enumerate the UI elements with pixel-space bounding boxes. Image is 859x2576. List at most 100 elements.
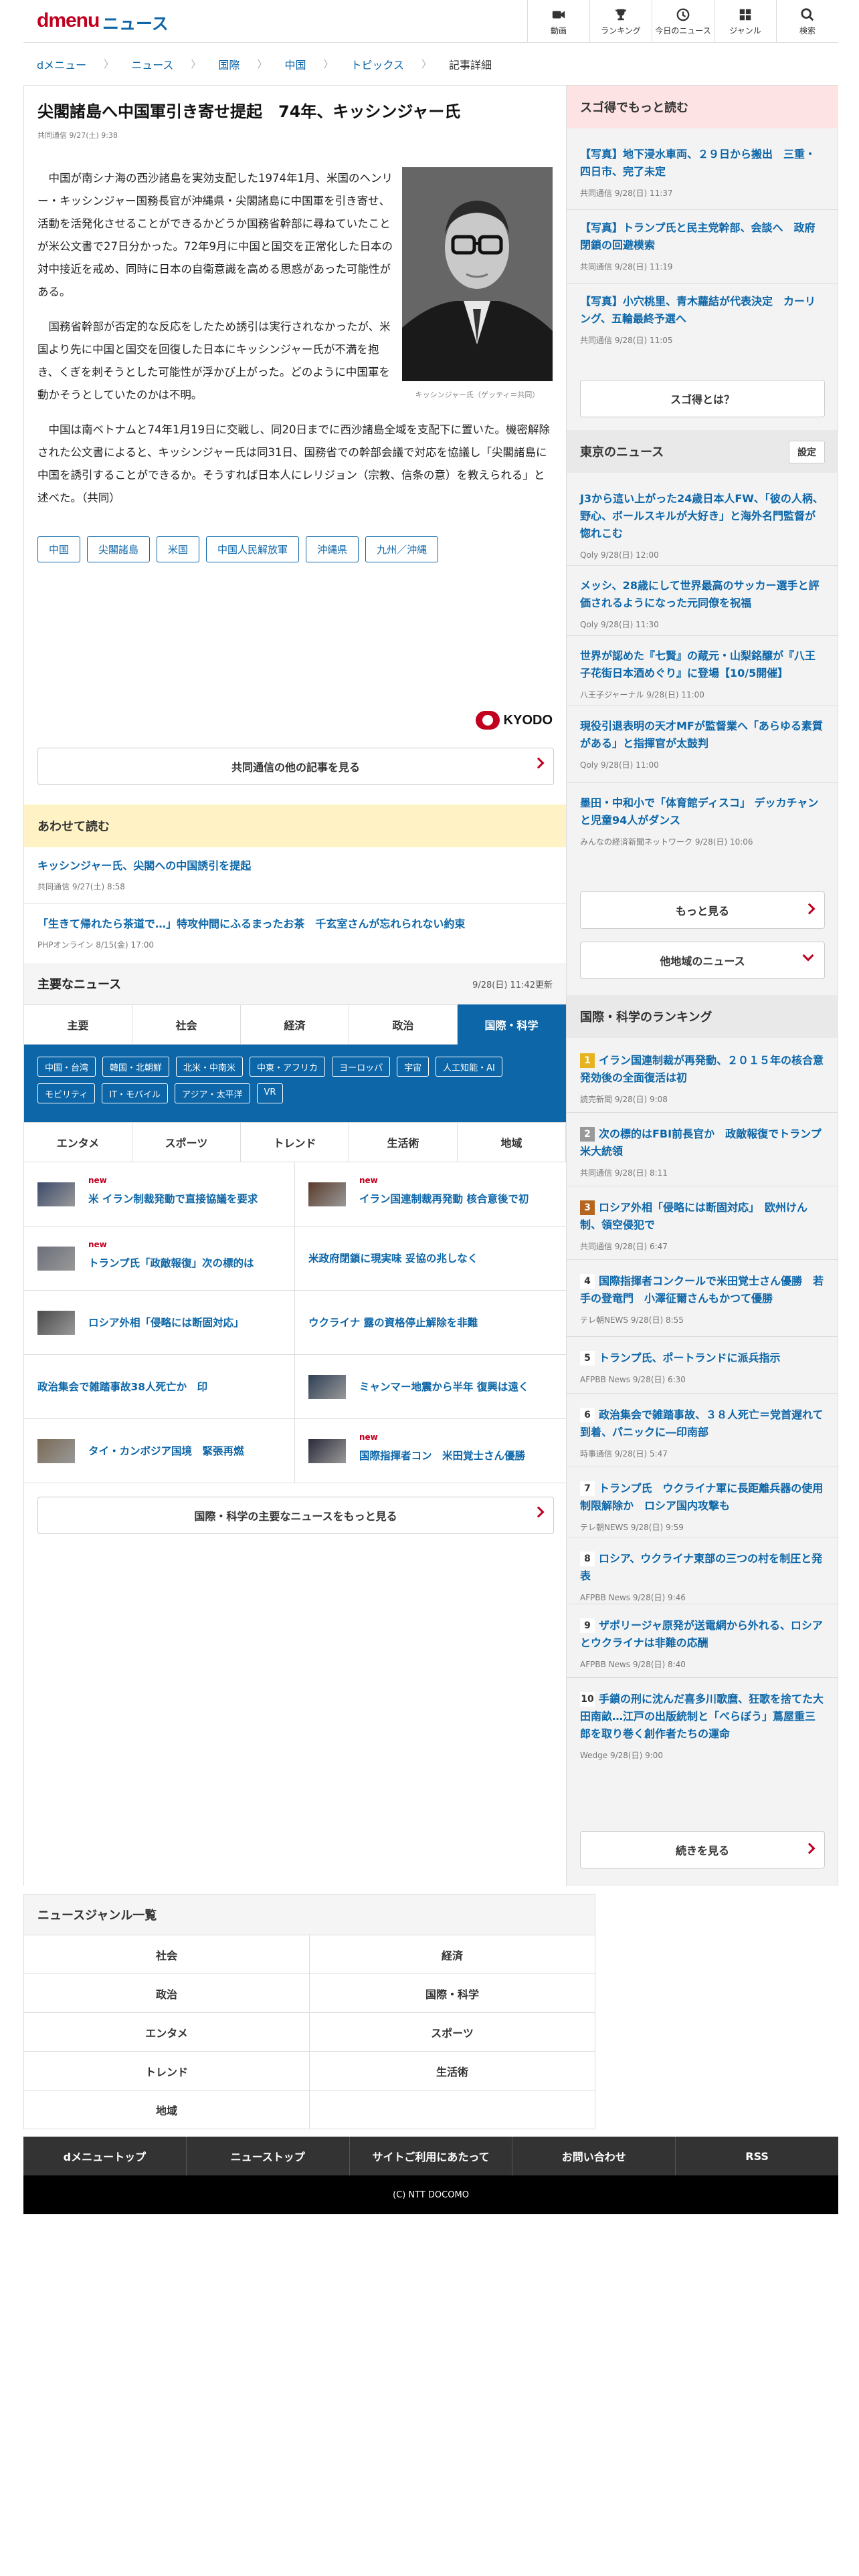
tag-okinawa[interactable]: 沖縄県 <box>306 536 359 562</box>
genre-item[interactable]: 生活術 <box>310 2052 595 2090</box>
tag-kyushu-okinawa[interactable]: 九州／沖縄 <box>365 536 439 562</box>
tab-entertainment[interactable]: エンタメ <box>24 1122 132 1162</box>
footer-rss[interactable]: RSS <box>676 2137 838 2175</box>
genre-item[interactable]: トレンド <box>24 2052 310 2090</box>
footer-dmenu-top[interactable]: dメニュートップ <box>23 2137 187 2175</box>
subtag-europe[interactable]: ヨーロッパ <box>332 1057 391 1077</box>
genre-row: エンタメ スポーツ <box>23 2013 595 2052</box>
sugotoku-item[interactable]: 【写真】トランプ氏と民主党幹部、会談へ 政府閉鎖の回避模索 共同通信 9/28(日… <box>580 219 825 272</box>
genre-item[interactable]: 地域 <box>24 2090 310 2129</box>
genre-item[interactable]: 政治 <box>24 1974 310 2012</box>
related-item[interactable]: キッシンジャー氏、尖閣への中国誘引を提起 共同通信 9/27(土) 8:58 <box>37 858 554 892</box>
news-item[interactable]: ウクライナ 露の資格停止解除を非難 <box>295 1291 566 1354</box>
tag-pla[interactable]: 中国人民解放軍 <box>206 536 300 562</box>
subtag-americas[interactable]: 北米・中南米 <box>176 1057 244 1077</box>
subtag-space[interactable]: 宇宙 <box>397 1057 430 1077</box>
genre-item[interactable]: 経済 <box>310 1935 595 1973</box>
news-item[interactable]: タイ・カンボジア国境 緊張再燃 <box>24 1419 295 1483</box>
footer-contact[interactable]: お問い合わせ <box>512 2137 676 2175</box>
tab-sports[interactable]: スポーツ <box>132 1122 241 1162</box>
footer-news-top[interactable]: ニューストップ <box>187 2137 350 2175</box>
subtag-mobility[interactable]: モビリティ <box>37 1083 96 1103</box>
genre-row: トレンド 生活術 <box>23 2052 595 2090</box>
sugotoku-about-button[interactable]: スゴ得とは？ <box>580 380 825 417</box>
breadcrumb-topics[interactable]: トピックス <box>351 56 404 72</box>
subtag-mideast-africa[interactable]: 中東・アフリカ <box>250 1057 326 1077</box>
news-item[interactable]: new 米 イラン制裁発動で直接協議を要求 <box>24 1162 295 1226</box>
subtag-ai[interactable]: 人工知能・AI <box>436 1057 502 1077</box>
news-item[interactable]: 米政府閉鎖に現実味 妥協の兆しなく <box>295 1226 566 1290</box>
subtag-vr[interactable]: VR <box>256 1083 284 1103</box>
other-region-button[interactable]: 他地域のニュース <box>580 942 825 979</box>
ranking-item[interactable]: 1 イラン国連制裁が再発動、２０１５年の核合意発効後の全面復活は初 読売新聞 9/2… <box>580 1052 825 1105</box>
subtag-korea[interactable]: 韓国・北朝鮮 <box>102 1057 170 1077</box>
related-item[interactable]: 「生きて帰れたら茶道で…」特攻仲間にふるまったお茶 千玄室さんが忘れられない約束… <box>37 916 554 950</box>
news-item[interactable]: new トランプ氏「政敵報復」次の標的は <box>24 1226 295 1290</box>
tokyo-news-item[interactable]: メッシ、28歳にして世界最高のサッカー選手と評価されるようになった元同僚を祝福 Q… <box>580 577 825 630</box>
intl-more-button[interactable]: 国際・科学の主要なニュースをもっと見る <box>37 1497 554 1534</box>
news-item[interactable]: 政治集会で雑踏事故38人死亡か 印 <box>24 1355 295 1418</box>
ranking-item[interactable]: 10 手鎖の刑に沈んだ喜多川歌麿、狂歌を捨てた大田南畝…江戸の出版統制と「べらぼう… <box>580 1691 825 1761</box>
section-title[interactable]: ニュース <box>102 11 169 35</box>
tokyo-news-item[interactable]: 世界が認めた『七賢』の蔵元・山梨銘醸が『八王子花街日本酒めぐり』に登場【10/5… <box>580 647 825 700</box>
rank-number-badge: 8 <box>580 1551 595 1566</box>
ranking-item[interactable]: 5 トランプ氏、ポートランドに派兵指示 AFPBB News 9/28(日) 6:3… <box>580 1350 825 1385</box>
article-title: 尖閣諸島へ中国軍引き寄せ提起 74年、キッシンジャー氏 <box>37 102 461 121</box>
chevron-right-icon: 〉 <box>421 58 432 70</box>
news-item[interactable]: ミャンマー地震から半年 復興は遠く <box>295 1355 566 1418</box>
genre-item[interactable]: 国際・科学 <box>310 1974 595 2012</box>
nav-video[interactable]: 動画 <box>527 0 589 43</box>
footer-terms[interactable]: サイトご利用にあたって <box>350 2137 513 2175</box>
ranking-more-button[interactable]: 続きを見る <box>580 1831 825 1868</box>
genre-item[interactable]: スポーツ <box>310 2013 595 2051</box>
nav-search[interactable]: 検索 <box>776 0 838 43</box>
tab-international-science[interactable]: 国際・科学 <box>458 1004 566 1045</box>
dmenu-logo[interactable]: dmenu <box>37 9 100 32</box>
tag-senkaku[interactable]: 尖閣諸島 <box>87 536 151 562</box>
news-item-title: 政治集会で雑踏事故38人死亡か 印 <box>37 1380 208 1393</box>
subtag-china-taiwan[interactable]: 中国・台湾 <box>37 1057 96 1077</box>
nav-today[interactable]: 今日のニュース <box>652 0 714 43</box>
tab-society[interactable]: 社会 <box>132 1004 241 1045</box>
tag-china[interactable]: 中国 <box>37 536 81 562</box>
news-item[interactable]: ロシア外相「侵略には断固対応」 <box>24 1291 295 1354</box>
tab-region[interactable]: 地域 <box>458 1122 566 1162</box>
tokyo-news-item[interactable]: 墨田・中和小で「体育館ディスコ」 デッカチャンと児童94人がダンス みんなの経済新… <box>580 794 825 847</box>
tokyo-more-button[interactable]: もっと見る <box>580 891 825 929</box>
news-item[interactable]: new イラン国連制裁再発動 核合意後で初 <box>295 1162 566 1226</box>
breadcrumb-china[interactable]: 中国 <box>284 56 306 72</box>
tab-politics[interactable]: 政治 <box>349 1004 458 1045</box>
tab-economy[interactable]: 経済 <box>241 1004 349 1045</box>
ranking-item[interactable]: 9 ザポリージャ原発が送電網から外れる、ロシアとウクライナは非難の応酬 AFPBB … <box>580 1617 825 1670</box>
tab-main[interactable]: 主要 <box>24 1004 132 1045</box>
subtag-it-mobile[interactable]: IT・モバイル <box>102 1083 169 1103</box>
tab-lifestyle[interactable]: 生活術 <box>349 1122 458 1162</box>
article-photo[interactable]: キッシンジャー氏（ゲッティ＝共同） <box>402 167 553 400</box>
ranking-item[interactable]: 7 トランプ氏 ウクライナ軍に長距離兵器の使用制限解除か ロシア国内攻撃も テレ朝N… <box>580 1480 825 1533</box>
breadcrumb-dmenu[interactable]: dメニュー <box>37 56 86 72</box>
genre-item[interactable]: エンタメ <box>24 2013 310 2051</box>
ranking-item-title-row: 3 ロシア外相「侵略には断固対応」 欧州けん制、領空侵犯で <box>580 1199 825 1234</box>
news-item[interactable]: new 国際指揮者コン 米田覚士さん優勝 <box>295 1419 566 1483</box>
breadcrumb-international[interactable]: 国際 <box>218 56 240 72</box>
tab-trend[interactable]: トレンド <box>241 1122 349 1162</box>
news-item-title: 国際指揮者コン 米田覚士さん優勝 <box>359 1449 526 1462</box>
ranking-item[interactable]: 2 次の標的はFBI前長官か 政敵報復でトランプ米大統領 共同通信 9/28(日) … <box>580 1125 825 1178</box>
subtag-asia-pacific[interactable]: アジア・太平洋 <box>175 1083 250 1103</box>
tokyo-news-item[interactable]: J3から這い上がった24歳日本人FW、「彼の人柄、野心、ボールスキルが大好き」と… <box>580 490 825 560</box>
ranking-item[interactable]: 6 政治集会で雑踏事故、３８人死亡＝党首遅れて到着、パニックに―印南部 時事通信 9… <box>580 1406 825 1459</box>
tokyo-settings-button[interactable]: 設定 <box>789 441 825 463</box>
nav-ranking[interactable]: ランキング <box>589 0 652 43</box>
ranking-item[interactable]: 3 ロシア外相「侵略には断固対応」 欧州けん制、領空侵犯で 共同通信 9/28(日)… <box>580 1199 825 1252</box>
tokyo-news-item[interactable]: 現役引退表明の天才MFが監督業へ「あらゆる素質がある」と指揮官が太鼓判 Qoly … <box>580 718 825 770</box>
nav-genre[interactable]: ジャンル <box>714 0 776 43</box>
genre-item[interactable]: 社会 <box>24 1935 310 1973</box>
genre-list: ニュースジャンル一覧 社会 経済 政治 国際・科学 エンタメ スポーツ トレンド 生活術 地域 <box>23 1894 595 2129</box>
ranking-item[interactable]: 8 ロシア、ウクライナ東部の三つの村を制圧と発表 AFPBB News 9/28(日… <box>580 1550 825 1603</box>
tag-usa[interactable]: 米国 <box>157 536 200 562</box>
sugotoku-item[interactable]: 【写真】小穴桃里、青木蘿結が代表決定 カーリング、五輪最終予選へ 共同通信 9/2… <box>580 293 825 346</box>
sugotoku-item[interactable]: 【写真】地下浸水車両、２９日から搬出 三重・四日市、完了未定 共同通信 9/28(… <box>580 146 825 199</box>
ranking-item[interactable]: 4 国際指揮者コンクールで米田覚士さん優勝 若手の登竜門 小澤征爾さんもかつて優勝… <box>580 1273 825 1325</box>
breadcrumb-news[interactable]: ニュース <box>131 56 173 72</box>
kyodo-more-button[interactable]: 共同通信の他の記事を見る <box>37 748 554 785</box>
